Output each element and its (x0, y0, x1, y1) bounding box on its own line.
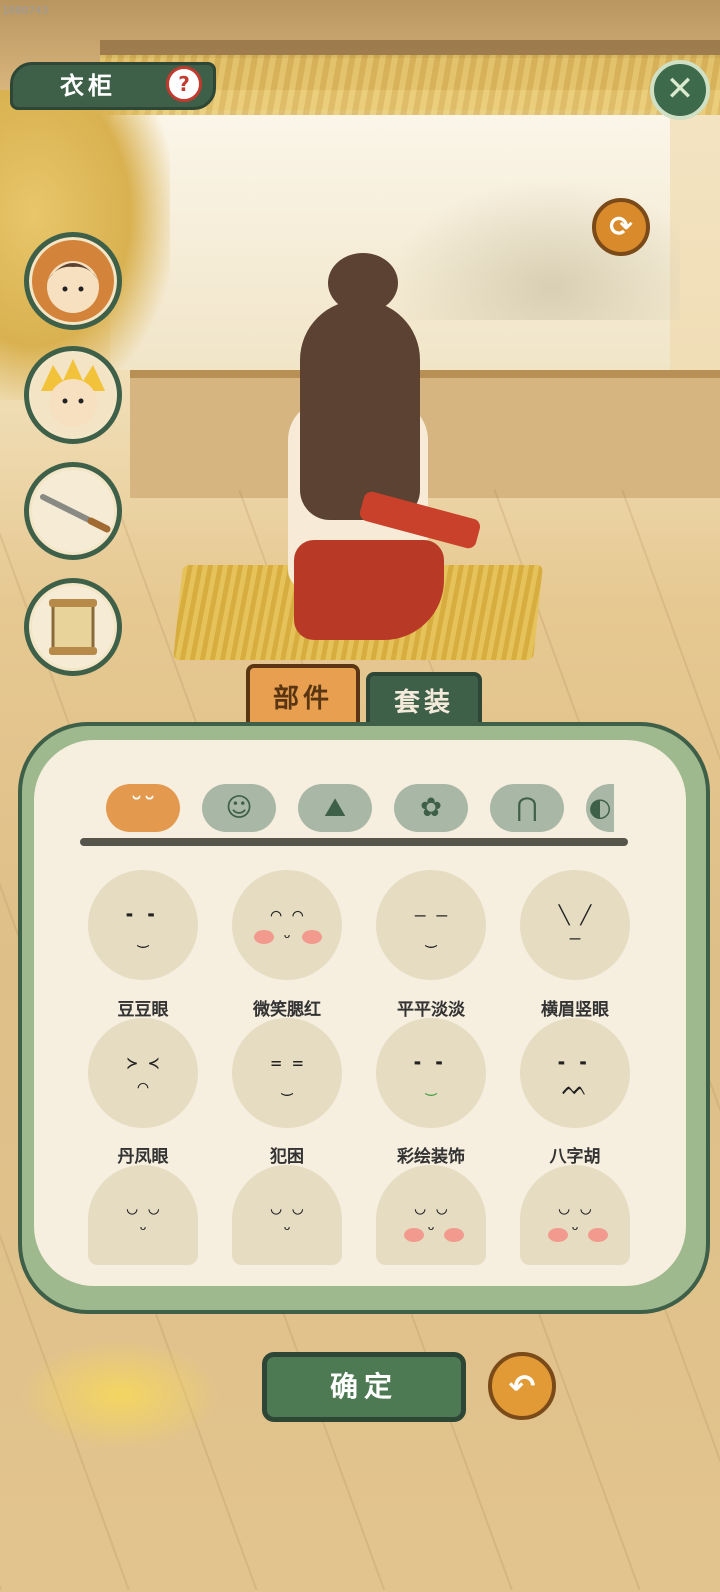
face-label: 微笑腮红 (253, 1000, 321, 1020)
character-hair (300, 300, 420, 520)
category-divider (80, 838, 628, 846)
face-eyes: ╲ ╱ (558, 905, 592, 926)
face-label: 犯困 (270, 1147, 304, 1167)
face-mouth: ‿ (425, 1076, 437, 1097)
face-mouth: ᵕ (281, 928, 293, 949)
monkey-face-icon (41, 359, 105, 427)
watermark: 1080743 (2, 4, 49, 17)
scroll-icon (49, 599, 97, 655)
face-label: 八字胡 (549, 1147, 601, 1167)
face-eyes: — — (414, 905, 448, 926)
fallen-leaves (20, 1340, 220, 1450)
face-eyes: ╸ ╸ (558, 1053, 592, 1074)
category-hair-icon[interactable]: ☺ (202, 784, 276, 832)
face-mouth: ᵕ (281, 1220, 293, 1241)
face-label: 豆豆眼 (117, 1000, 169, 1020)
face-label: 丹凤眼 (117, 1147, 169, 1167)
face-mouth: — (569, 928, 581, 949)
face-mouth: ⌒ (137, 1076, 149, 1097)
category-pants-icon[interactable]: ⋂ (490, 784, 564, 832)
category-clothes-icon[interactable]: ⛰ (298, 784, 372, 832)
character-avatar-boy[interactable] (24, 232, 122, 330)
face-eyes: ◡ ◡ (126, 1198, 160, 1219)
face-label: 彩绘装饰 (397, 1147, 465, 1167)
boy-face-icon (47, 261, 99, 313)
face-eyes: ◡ ◡ (558, 1198, 592, 1219)
help-icon[interactable]: ? (166, 66, 202, 102)
face-mouth: ᵕ (137, 1220, 149, 1241)
face-eyes: ◡ ◡ (414, 1198, 448, 1219)
face-eyes: ╸ ╸ (126, 905, 160, 926)
category-flower-icon[interactable]: ✿ (394, 784, 468, 832)
face-eyes: ≻ ≺ (126, 1053, 160, 1074)
character-hair-bun (328, 253, 398, 313)
rotate-character-button[interactable]: ⟳ (592, 198, 650, 256)
face-eyes: = = (270, 1053, 304, 1074)
face-mouth: ᵕ (569, 1220, 581, 1241)
scroll-slot[interactable] (24, 578, 122, 676)
face-eyes: ◡ ◡ (270, 1198, 304, 1219)
face-mouth: ‿ (137, 928, 149, 949)
category-face-icon[interactable]: ˘˘ (106, 784, 180, 832)
face-mouth: ᨓ (561, 1076, 589, 1101)
character-avatar-monkey[interactable] (24, 346, 122, 444)
face-eyes: ╸ ╸ (414, 1053, 448, 1074)
face-label: 平平淡淡 (397, 1000, 465, 1020)
confirm-button[interactable]: 确定 (262, 1352, 466, 1422)
close-button[interactable]: ✕ (650, 60, 710, 120)
sword-icon (40, 494, 111, 533)
face-mouth: ‿ (425, 928, 437, 949)
character-skirt (294, 540, 444, 640)
weapon-slot[interactable] (24, 462, 122, 560)
face-eyes: ◠ ◠ (270, 905, 304, 926)
undo-button[interactable]: ↶ (488, 1352, 556, 1420)
face-mouth: ‿ (281, 1076, 293, 1097)
face-mouth: ᵕ (425, 1220, 437, 1241)
face-label: 横眉竖眼 (541, 1000, 609, 1020)
page-title: 衣柜 (60, 72, 116, 100)
